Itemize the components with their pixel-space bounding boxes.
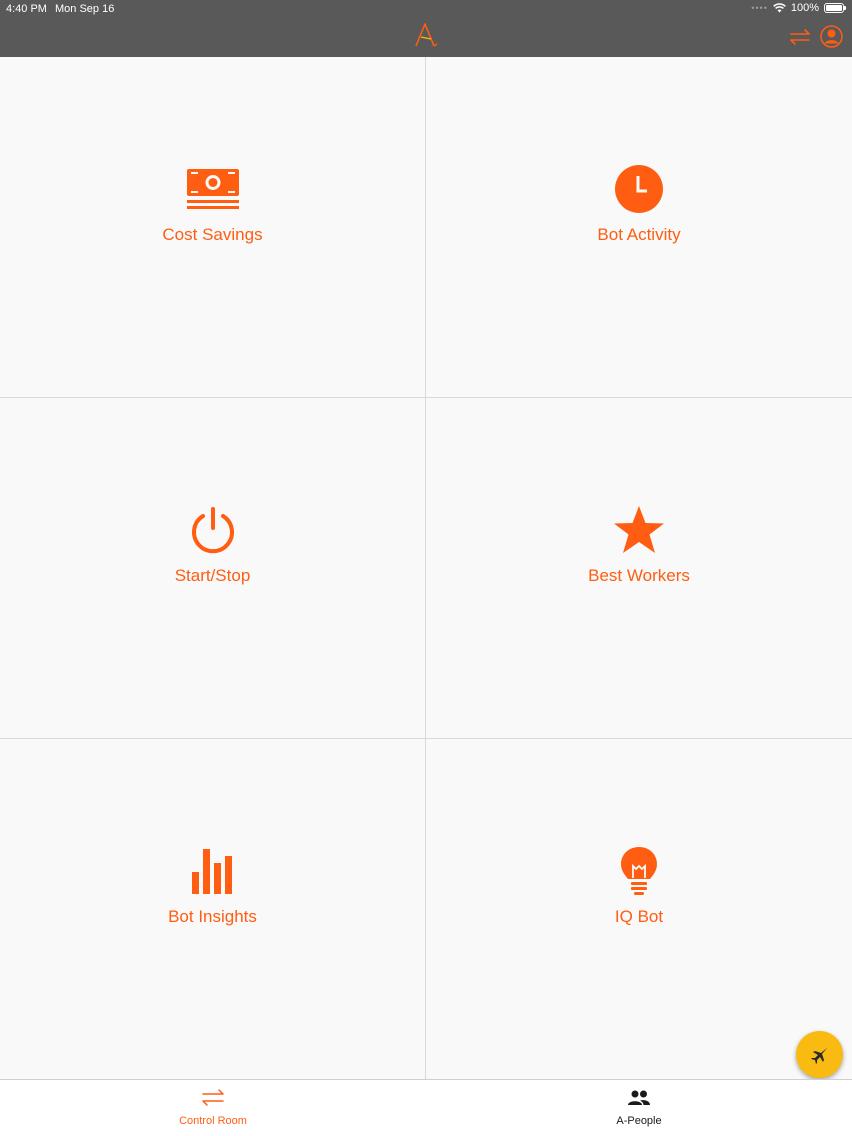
- signal-dots-icon: ••••: [751, 3, 768, 13]
- status-time: 4:40 PM: [6, 3, 47, 15]
- tile-best-workers[interactable]: Best Workers: [426, 398, 852, 739]
- swap-arrows-icon[interactable]: [788, 27, 812, 47]
- power-icon: [183, 500, 243, 560]
- tab-control-room[interactable]: Control Room: [0, 1080, 426, 1136]
- tile-label: Cost Savings: [162, 225, 263, 244]
- jet-icon: [810, 1047, 827, 1064]
- tile-label: Bot Insights: [168, 907, 257, 926]
- jet-fab-button[interactable]: [796, 1031, 843, 1078]
- tile-label: Start/Stop: [174, 566, 251, 585]
- star-icon: [609, 500, 669, 560]
- tile-label: IQ Bot: [614, 907, 664, 926]
- lightbulb-icon: [609, 841, 669, 901]
- top-bar: 4:40 PM Mon Sep 16 •••• 100%: [0, 0, 852, 57]
- tab-label: Control Room: [179, 1115, 247, 1127]
- tile-bot-activity[interactable]: Bot Activity: [426, 57, 852, 398]
- battery-icon: [824, 3, 846, 13]
- tile-cost-savings[interactable]: Cost Savings: [0, 57, 426, 398]
- swap-arrows-icon: [202, 1089, 224, 1106]
- money-icon: [183, 159, 243, 219]
- status-indicators: •••• 100%: [751, 2, 846, 14]
- app-logo-icon: [415, 23, 438, 47]
- tile-iq-bot[interactable]: IQ Bot: [426, 739, 852, 1079]
- tab-bar: Control Room A-People: [0, 1079, 852, 1136]
- dashboard-grid: Cost Savings Bot Activity Start/Stop Bes…: [0, 57, 852, 1079]
- bar-chart-icon: [183, 841, 243, 901]
- status-date: Mon Sep 16: [55, 3, 115, 15]
- clock-icon: [609, 159, 669, 219]
- tile-bot-insights[interactable]: Bot Insights: [0, 739, 426, 1079]
- battery-percent: 100%: [790, 2, 819, 14]
- people-icon: [628, 1090, 650, 1105]
- profile-icon[interactable]: [820, 25, 843, 48]
- tab-a-people[interactable]: A-People: [426, 1080, 852, 1136]
- tab-label: A-People: [616, 1115, 662, 1127]
- tile-start-stop[interactable]: Start/Stop: [0, 398, 426, 739]
- wifi-icon: [773, 3, 786, 13]
- tile-label: Bot Activity: [597, 225, 681, 244]
- tile-label: Best Workers: [588, 566, 690, 585]
